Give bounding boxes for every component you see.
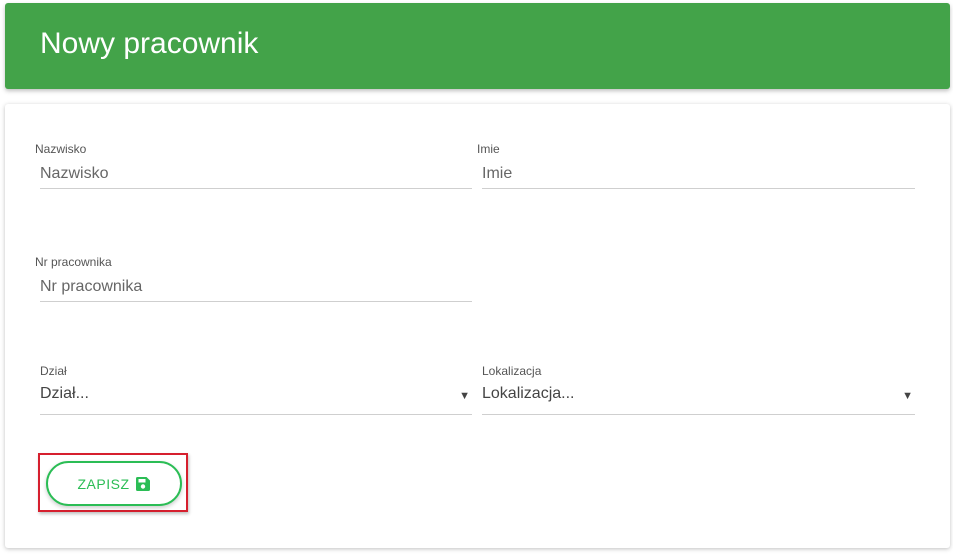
page-header: Nowy pracownik	[5, 3, 950, 89]
surname-input[interactable]	[40, 160, 472, 189]
chevron-down-icon: ▼	[902, 390, 913, 402]
employee-number-input[interactable]	[40, 273, 472, 302]
department-field: Dział Dział... ▼	[35, 364, 472, 415]
department-select[interactable]: Dział... ▼	[40, 385, 472, 415]
page-title: Nowy pracownik	[40, 27, 259, 60]
location-value: Lokalizacja...	[482, 385, 575, 402]
employee-number-field: Nr pracownika	[35, 255, 472, 303]
first-name-label: Imie	[477, 142, 500, 156]
save-button-label: ZAPISZ	[77, 475, 130, 492]
chevron-down-icon: ▼	[459, 390, 470, 402]
first-name-field: Imie	[477, 142, 915, 190]
department-label: Dział	[40, 364, 67, 378]
location-field: Lokalizacja Lokalizacja... ▼	[477, 364, 915, 415]
save-button[interactable]: ZAPISZ	[46, 461, 182, 506]
location-label: Lokalizacja	[482, 364, 542, 378]
surname-field: Nazwisko	[35, 142, 472, 190]
save-icon	[135, 476, 151, 492]
department-value: Dział...	[40, 385, 89, 402]
surname-label: Nazwisko	[35, 142, 87, 156]
first-name-input[interactable]	[482, 160, 915, 189]
location-select[interactable]: Lokalizacja... ▼	[482, 385, 915, 415]
employee-number-label: Nr pracownika	[35, 255, 112, 269]
